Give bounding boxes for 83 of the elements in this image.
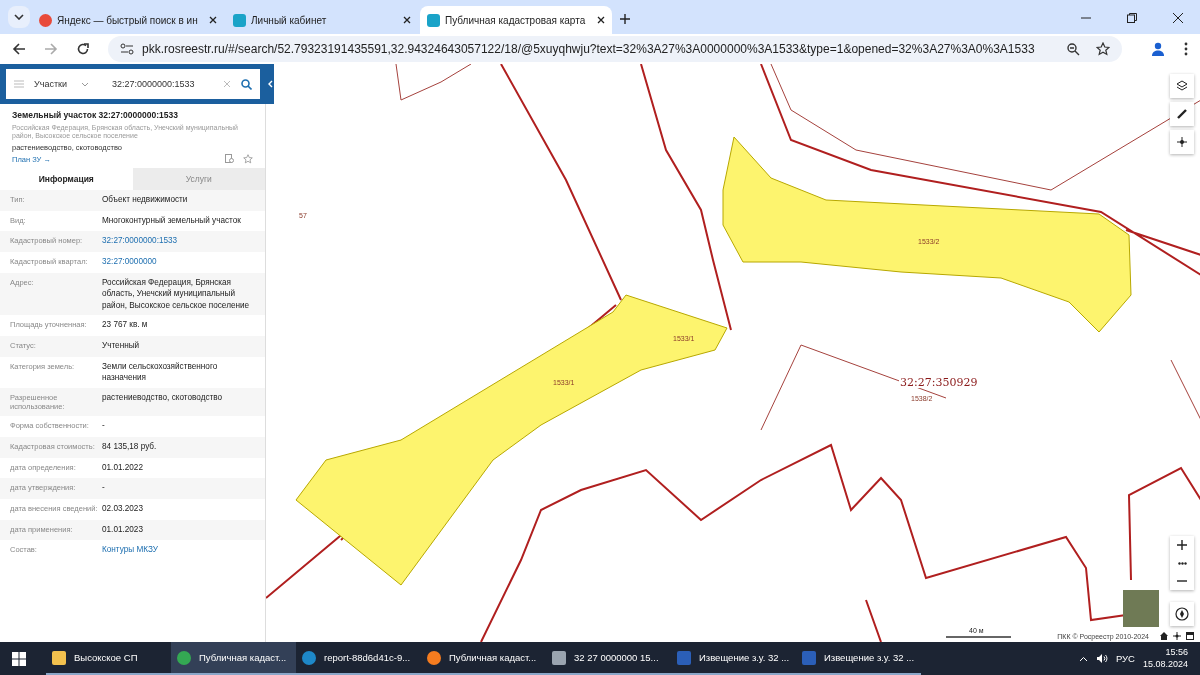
app-icon [52, 650, 66, 665]
app-icon [427, 650, 441, 665]
fullscreen-icon[interactable] [1186, 632, 1194, 640]
field-value: 01.01.2022 [102, 461, 144, 473]
collapse-panel-button[interactable] [266, 64, 274, 104]
field-value: Российская Федерация, Брянская область, Унечский муниципальный район, Высокское сельское поселение [102, 276, 251, 312]
search-field[interactable]: Участки 32:27:0000000:1533 [6, 69, 260, 99]
clock-date: 15.08.2024 [1142, 658, 1188, 671]
reload-icon[interactable] [76, 42, 90, 56]
field-value: 02.03.2023 [102, 502, 144, 515]
minus-icon [1177, 580, 1187, 582]
speaker-icon[interactable] [1095, 653, 1108, 664]
app-icon [177, 650, 191, 665]
field-value: Земли сельскохозяйственного назначения [102, 360, 219, 384]
plus-icon [1177, 540, 1187, 550]
site-icon [233, 13, 246, 27]
back-icon[interactable] [12, 42, 26, 56]
compass-button[interactable] [1170, 602, 1194, 626]
app-icon [302, 650, 316, 665]
locate-button[interactable] [1170, 130, 1194, 154]
map-label: 32:27:350929 [899, 377, 979, 388]
browser-tab[interactable]: Личный кабинет [226, 6, 418, 34]
scale-bar [945, 636, 1012, 638]
field-value: 84 135,18 руб. [102, 440, 158, 453]
crosshair-icon [1176, 136, 1188, 148]
field-value: - [102, 420, 106, 432]
tab-search-button[interactable] [8, 6, 30, 28]
field-link[interactable]: 32:27:0000000 [102, 256, 265, 268]
document-search-icon[interactable] [225, 154, 235, 165]
restore-icon[interactable] [1126, 12, 1138, 24]
ruler-icon [1176, 108, 1188, 120]
site-icon [39, 13, 52, 27]
chevron-up-icon[interactable] [1078, 655, 1088, 662]
start-icon[interactable] [12, 651, 26, 666]
app-icon [802, 650, 816, 665]
taskbar-item[interactable]: Публичная кадаст... [171, 642, 296, 675]
new-tab-icon[interactable] [620, 14, 630, 24]
site-settings-icon[interactable] [120, 43, 134, 55]
taskbar-item[interactable]: 32 27 0000000 15... [546, 642, 671, 675]
search-icon[interactable] [241, 78, 252, 90]
chevron-left-icon [267, 80, 273, 88]
crosshair-icon[interactable] [1173, 632, 1181, 640]
more-icon [1177, 561, 1187, 565]
field-value: 23 767 кв. м [102, 319, 149, 331]
clock-time: 15:56 [1165, 646, 1188, 659]
close-icon[interactable] [597, 16, 605, 24]
field-value: Многоконтурный земельный участок [102, 214, 242, 227]
address-bar[interactable]: pkk.rosreestr.ru/#/search/52.79323191435591,32.94324643057122/18/@5xuyqhwju?text=32%3A27%3A0000000%3A1533&type=1&opened=32%3A27%3A0%3A1533 [108, 36, 1122, 62]
field-link[interactable]: Контуры МКЗУ [102, 544, 265, 556]
taskbar-item[interactable]: report-88d6d41c-9... [296, 642, 421, 675]
category-dropdown[interactable]: Участки [34, 79, 102, 89]
app-icon [552, 650, 566, 665]
field-value: - [102, 482, 106, 494]
app-icon [677, 650, 691, 665]
bookmark-star-icon[interactable] [1096, 42, 1110, 56]
compass-icon [1175, 607, 1189, 621]
layers-icon [1176, 80, 1188, 92]
menu-icon[interactable] [1184, 42, 1188, 56]
browser-tab[interactable]: Яндекс — быстрый поиск в ин [32, 6, 224, 34]
field-link[interactable]: 32:27:0000000:1533 [102, 235, 265, 247]
field-value: 01.01.2023 [102, 523, 144, 536]
home-icon[interactable] [1160, 632, 1168, 640]
zoom-icon[interactable] [1067, 42, 1080, 56]
taskbar-item[interactable]: Публичная кадаст... [421, 642, 546, 675]
field-value: растениеводство, скотоводство [102, 391, 224, 404]
chevron-down-icon [14, 14, 24, 20]
satellite-thumbnail[interactable] [1123, 590, 1159, 627]
parcel-title: Земельный участок 32:27:0000000:1533 [12, 110, 179, 120]
language-indicator[interactable]: РУС [1115, 653, 1135, 664]
close-icon[interactable] [1172, 12, 1184, 24]
ruler-button[interactable] [1170, 102, 1194, 126]
close-icon[interactable] [209, 16, 217, 24]
profile-icon[interactable] [1150, 41, 1166, 57]
site-icon [427, 13, 440, 27]
chevron-down-icon [81, 81, 89, 87]
taskbar-item[interactable]: Извещение з.у. 32 ... [671, 642, 796, 675]
field-value: Учтенный [102, 340, 141, 352]
close-icon[interactable] [403, 16, 411, 24]
layers-button[interactable] [1170, 74, 1194, 98]
taskbar-item[interactable]: Извещение з.у. 32 ... [796, 642, 921, 675]
field-value: Объект недвижимости [102, 194, 189, 206]
browser-tab[interactable]: Публичная кадастровая карта [420, 6, 612, 34]
star-icon[interactable] [243, 154, 253, 165]
